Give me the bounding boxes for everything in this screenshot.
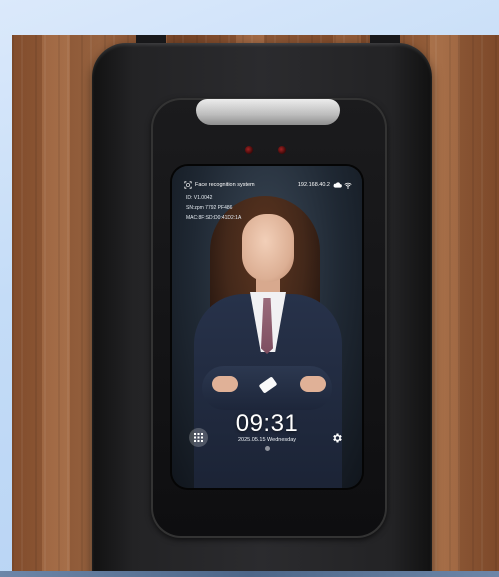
wifi-icon <box>344 182 352 189</box>
ir-fill-light <box>196 99 340 125</box>
grid-icon <box>194 433 203 442</box>
serial-number-line: SN:zpm 7792 PF486 <box>186 205 233 211</box>
firmware-id-line: ID: V1.0042 <box>186 195 213 201</box>
apps-button[interactable] <box>189 428 208 447</box>
device-info: ID: V1.0042 SN:zpm 7792 PF486 MAC:8F:SD:… <box>186 193 241 223</box>
gear-icon <box>332 433 342 442</box>
device-screen: Face recognition system 192.168.40.2 ID:… <box>172 166 362 488</box>
portrait-hand-left <box>212 376 238 392</box>
status-title: Face recognition system <box>195 182 255 188</box>
portrait-face <box>242 214 294 282</box>
status-bar: Face recognition system 192.168.40.2 <box>184 179 352 191</box>
camera-sensor-right <box>278 146 286 154</box>
cloud-icon <box>333 182 342 188</box>
ip-address: 192.168.40.2 <box>297 182 330 188</box>
camera-sensor-left <box>245 146 253 154</box>
mac-address-line: MAC:8F:SD:D0:41D2:1A <box>186 215 242 221</box>
face-scan-icon <box>184 181 192 189</box>
settings-button[interactable] <box>327 428 346 447</box>
bottom-edge-bar <box>0 571 499 577</box>
portrait-hand-right <box>300 376 326 392</box>
page-indicator-dot <box>265 446 270 451</box>
